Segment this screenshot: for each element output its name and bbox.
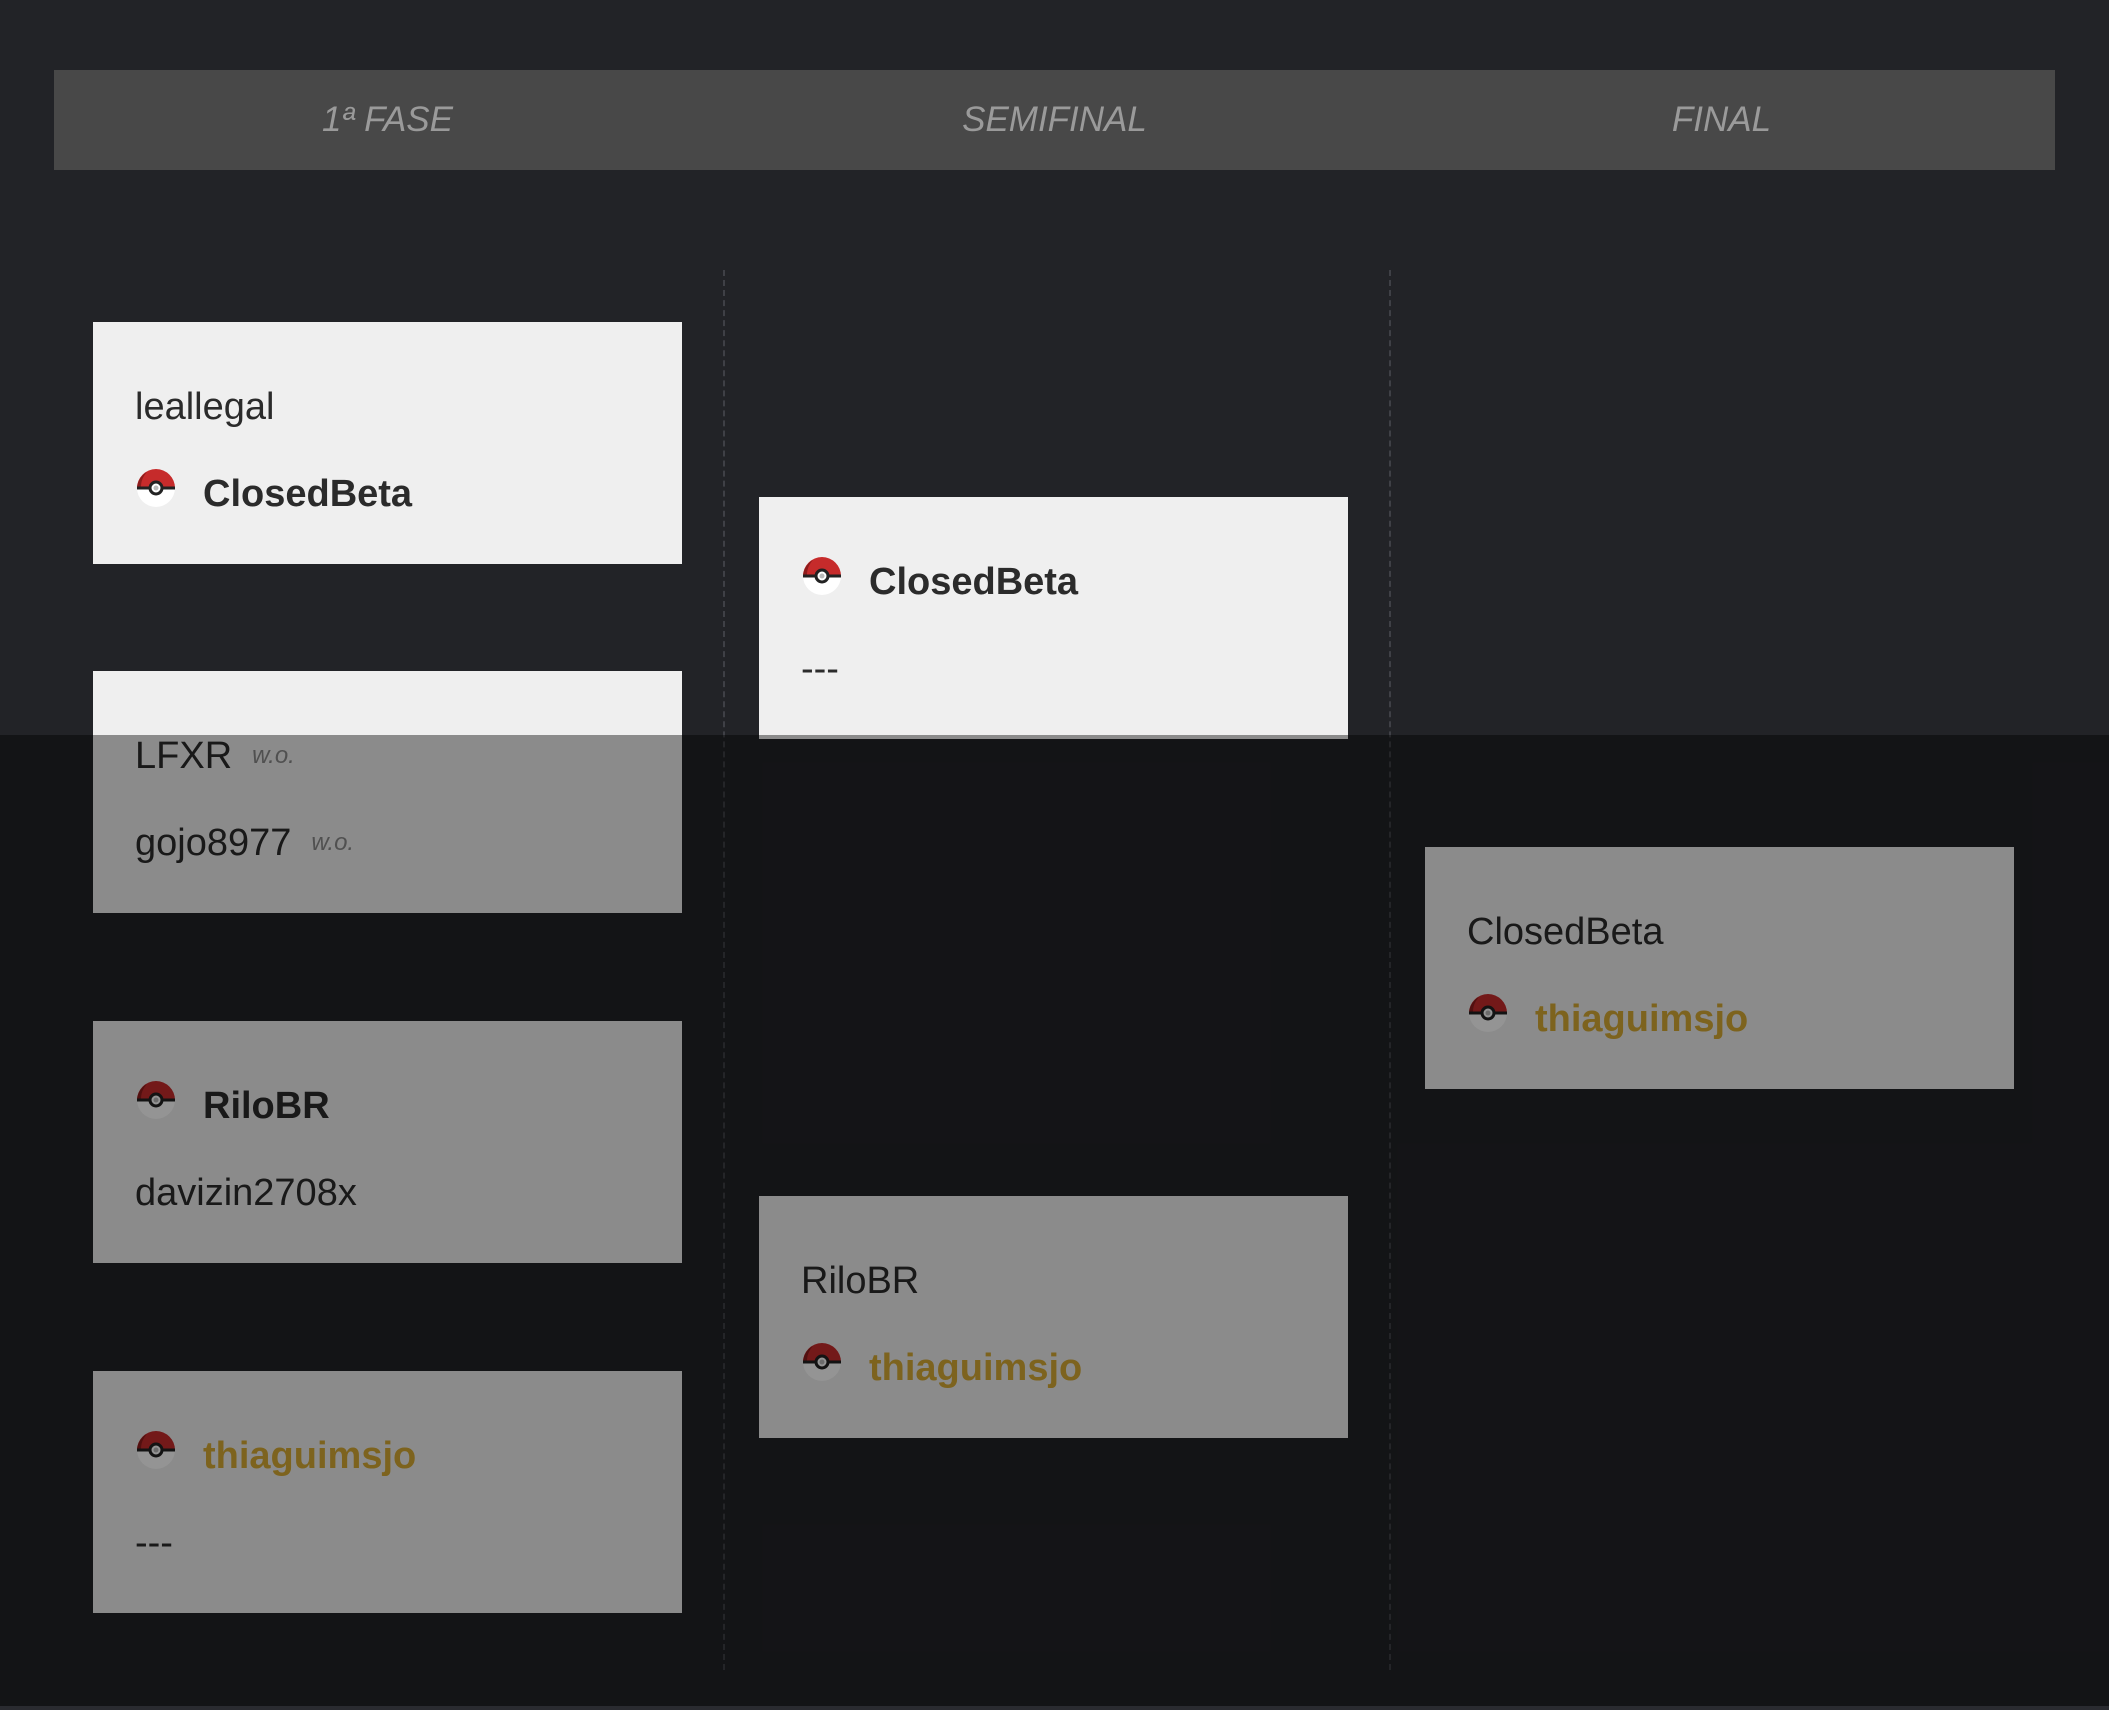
- phase-title-first: 1ª FASE: [322, 100, 453, 139]
- match-card[interactable]: LFXR w.o. gojo8977 w.o.: [93, 671, 682, 913]
- player-slot[interactable]: leallegal: [135, 377, 274, 433]
- match-card[interactable]: RiloBR thiaguimsjo: [759, 1196, 1348, 1438]
- match-card[interactable]: RiloBR davizin2708x: [93, 1021, 682, 1263]
- player-name: ClosedBeta: [203, 472, 413, 515]
- player-name: ClosedBeta: [1467, 910, 1664, 953]
- player-slot-winner[interactable]: ClosedBeta: [135, 464, 412, 520]
- player-slot[interactable]: RiloBR: [801, 1251, 919, 1307]
- pokeball-icon: [1467, 992, 1509, 1034]
- match-card[interactable]: thiaguimsjo ---: [93, 1371, 682, 1613]
- player-name: ---: [135, 1521, 173, 1564]
- player-name: davizin2708x: [135, 1171, 357, 1214]
- pokeball-icon: [135, 1429, 177, 1471]
- column-divider: [723, 270, 725, 1670]
- pokeball-icon: [135, 467, 177, 509]
- bracket-header: 1ª FASE SEMIFINAL FINAL: [54, 70, 2055, 170]
- pokeball-icon: [801, 555, 843, 597]
- player-name: ---: [801, 647, 839, 690]
- phase-title-final: FINAL: [1671, 100, 1772, 139]
- match-card[interactable]: ClosedBeta thiaguimsjo: [1425, 847, 2014, 1089]
- phase-title-semifinal: SEMIFINAL: [962, 100, 1147, 139]
- player-slot-winner[interactable]: RiloBR: [135, 1076, 330, 1132]
- column-divider: [1389, 270, 1391, 1670]
- pokeball-icon: [135, 1079, 177, 1121]
- player-name: RiloBR: [801, 1259, 920, 1302]
- player-name: thiaguimsjo: [869, 1346, 1083, 1389]
- match-card[interactable]: leallegal ClosedBeta: [93, 322, 682, 564]
- player-name: ClosedBeta: [869, 560, 1079, 603]
- player-slot[interactable]: ---: [135, 1513, 173, 1569]
- walkover-note: w.o.: [252, 741, 295, 769]
- player-slot[interactable]: gojo8977 w.o.: [135, 813, 354, 869]
- player-slot[interactable]: davizin2708x: [135, 1163, 357, 1219]
- walkover-note: w.o.: [311, 828, 355, 856]
- player-name: gojo8977: [135, 821, 292, 864]
- player-slot[interactable]: LFXR w.o.: [135, 726, 295, 782]
- player-slot[interactable]: ClosedBeta: [1467, 902, 1663, 958]
- page-bottom-edge: [0, 1706, 2109, 1710]
- player-name: LFXR: [135, 734, 233, 777]
- match-card[interactable]: ClosedBeta ---: [759, 497, 1348, 739]
- player-slot-winner[interactable]: thiaguimsjo: [1467, 989, 1748, 1045]
- player-slot-winner[interactable]: thiaguimsjo: [135, 1426, 416, 1482]
- player-slot[interactable]: ---: [801, 639, 839, 695]
- player-slot-winner[interactable]: thiaguimsjo: [801, 1338, 1082, 1394]
- player-slot-winner[interactable]: ClosedBeta: [801, 552, 1078, 608]
- player-name: thiaguimsjo: [1535, 997, 1749, 1040]
- player-name: thiaguimsjo: [203, 1434, 417, 1477]
- player-name: leallegal: [135, 385, 275, 428]
- player-name: RiloBR: [203, 1084, 330, 1127]
- pokeball-icon: [801, 1341, 843, 1383]
